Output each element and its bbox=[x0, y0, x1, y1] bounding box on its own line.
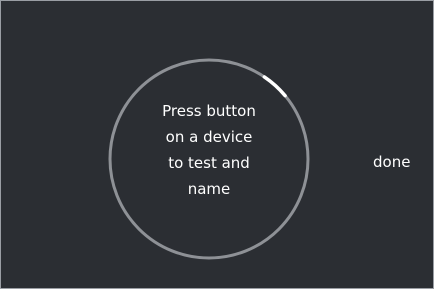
instruction-text: Press button on a device to test and nam… bbox=[150, 98, 268, 202]
instruction-line-4: name bbox=[187, 180, 231, 198]
instruction-line-3: to test and bbox=[168, 154, 250, 172]
progress-ring-arc bbox=[262, 75, 287, 98]
instruction-line-2: on a device bbox=[165, 128, 253, 146]
instruction-line-1: Press button bbox=[162, 102, 256, 120]
device-test-screen: Press button on a device to test and nam… bbox=[0, 0, 434, 289]
done-button[interactable]: done bbox=[373, 152, 410, 172]
